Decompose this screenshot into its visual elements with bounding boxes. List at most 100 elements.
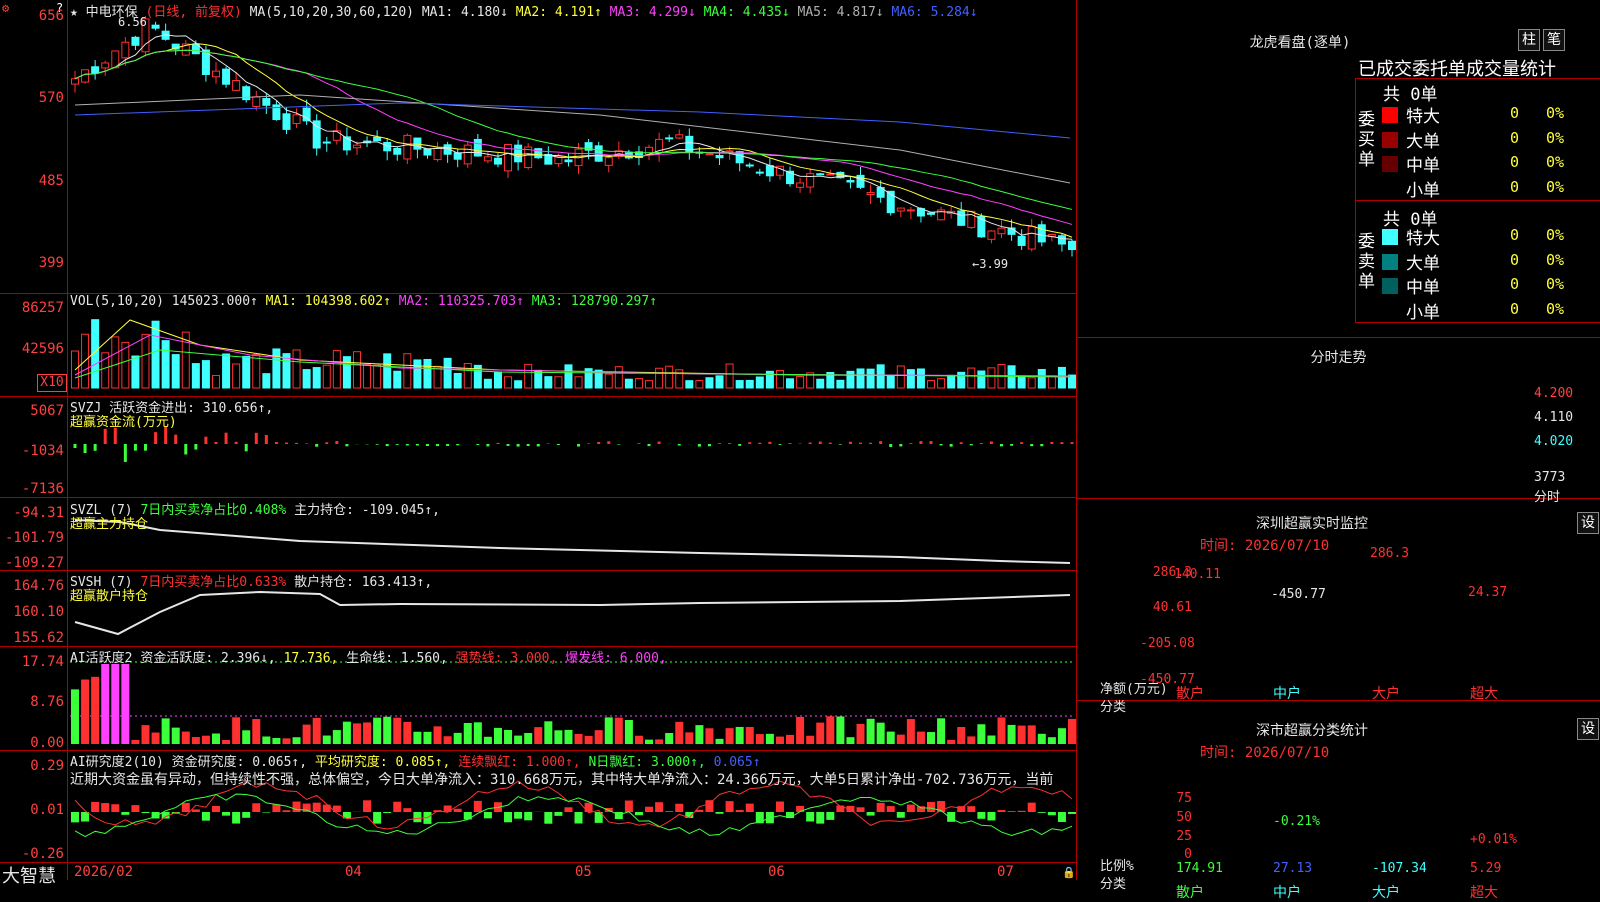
research-bar [554, 812, 562, 816]
research-bar [776, 802, 784, 812]
svsh-y-tick-2: 155.62 [2, 630, 64, 646]
monitor-value-3: 24.37 [1468, 585, 1507, 600]
volume-bar [978, 371, 985, 388]
tick-mode-button[interactable]: 笔 [1543, 29, 1565, 51]
volume-bar [192, 364, 199, 388]
sell-swatch-3 [1382, 303, 1398, 319]
research-bar [716, 812, 724, 814]
fundflow-bar [84, 444, 87, 453]
classify-value-1: 27.13 [1273, 861, 1312, 876]
fundflow-bar [748, 442, 751, 444]
main-header: ★ 中电环保 (日线, 前复权) MA(5,10,20,30,60,120) M… [70, 1, 978, 20]
kline-chart-canvas[interactable] [0, 0, 1077, 880]
candlestick [494, 158, 501, 164]
research-bar [514, 812, 522, 819]
ai-research-label: AI研究度2(10) [70, 755, 164, 770]
monitor-settings-button[interactable]: 设 [1577, 512, 1599, 534]
candlestick [968, 211, 975, 227]
sell-pct-3: 0% [1546, 300, 1564, 318]
fundflow-bar [950, 444, 953, 447]
research-bar [252, 803, 260, 812]
bar-mode-button[interactable]: 柱 [1518, 29, 1540, 51]
svsh-y-tick-0: 164.76 [2, 578, 64, 594]
buy-count-3: 0 [1510, 178, 1519, 196]
y-tick-656: 656 [2, 8, 64, 24]
candlestick [333, 131, 340, 141]
candlestick [1018, 236, 1025, 245]
activity-bar [71, 689, 79, 744]
candlestick [847, 181, 854, 182]
intraday-vol-unit: 分时 [1534, 486, 1560, 505]
research-bar [121, 812, 129, 815]
fundflow-bar [285, 443, 288, 444]
fundflow-bar [255, 433, 258, 444]
classify-settings-button[interactable]: 设 [1577, 718, 1599, 740]
avg-research-value: 平均研究度: 0.085↑, [315, 755, 450, 770]
svzl-subtitle: 超赢主力持仓 [70, 513, 148, 532]
activity-bar [272, 738, 280, 744]
ma-value-6: MA6: 5.284↓ [884, 5, 978, 20]
brand-logo[interactable]: 大智慧 [2, 862, 56, 888]
chart-mode[interactable]: (日线, 前复权) [146, 5, 242, 20]
volume-bar [555, 377, 562, 388]
buy-label-1: 大单 [1406, 127, 1440, 152]
volume-bar [243, 356, 250, 388]
ma-value-2: MA2: 4.191↑ [508, 5, 602, 20]
candlestick [998, 228, 1005, 233]
fundflow-bar [496, 443, 499, 444]
activity-bar [101, 664, 109, 744]
activity-bar [726, 728, 734, 744]
svzj-y-tick-1: -1034 [2, 443, 64, 459]
activity-bar [816, 723, 824, 744]
candlestick [958, 211, 965, 225]
research-bar [655, 802, 663, 812]
research-bar [987, 812, 995, 820]
activity-bar [685, 732, 693, 744]
candlestick [303, 108, 310, 121]
volume-bar [172, 355, 179, 388]
activity-bar [575, 734, 583, 744]
activity-bar [524, 733, 532, 744]
star-icon[interactable]: ★ [70, 5, 78, 20]
volume-bar [666, 366, 673, 388]
volume-bar [313, 368, 320, 388]
lock-icon[interactable]: 🔒 [1062, 866, 1076, 879]
research-bar [1048, 812, 1056, 815]
volume-bar [968, 368, 975, 388]
volume-bar [817, 379, 824, 388]
svzl-y-tick-1: -101.79 [2, 530, 64, 546]
research-bar [585, 803, 593, 812]
activity-bar [373, 718, 381, 744]
sell-pct-1: 0% [1546, 251, 1564, 269]
candlestick [253, 97, 260, 107]
fundflow-bar [849, 442, 852, 444]
fundflow-bar [919, 441, 922, 444]
candlestick [988, 231, 995, 239]
sell-count-3: 0 [1510, 300, 1519, 318]
candlestick [817, 174, 824, 175]
volume-bar [716, 376, 723, 388]
candlestick [515, 145, 522, 162]
volume-bar [958, 372, 965, 388]
volume-bar [1018, 377, 1025, 388]
activity-bar [826, 716, 834, 744]
monitor-title: 深圳超赢实时监控 [1077, 513, 1547, 533]
volume-bar [1058, 367, 1065, 388]
fundflow-bar [728, 443, 731, 444]
research-bar [212, 806, 220, 812]
activity-bar [897, 735, 905, 744]
sell-swatch-0 [1382, 229, 1398, 245]
volume-bar [364, 364, 371, 388]
ma-value-1: MA1: 4.180↓ [422, 5, 508, 20]
activity-bar [353, 723, 361, 744]
volume-bar [394, 371, 401, 388]
activity-bar [222, 740, 230, 744]
volume-bar [212, 376, 219, 388]
retail-line [75, 592, 1070, 634]
research-bar [504, 812, 512, 822]
fundflow-bar [597, 442, 600, 444]
volume-bar [907, 370, 914, 388]
candlestick [766, 166, 773, 176]
candlestick [72, 79, 79, 84]
research-bar [957, 806, 965, 812]
